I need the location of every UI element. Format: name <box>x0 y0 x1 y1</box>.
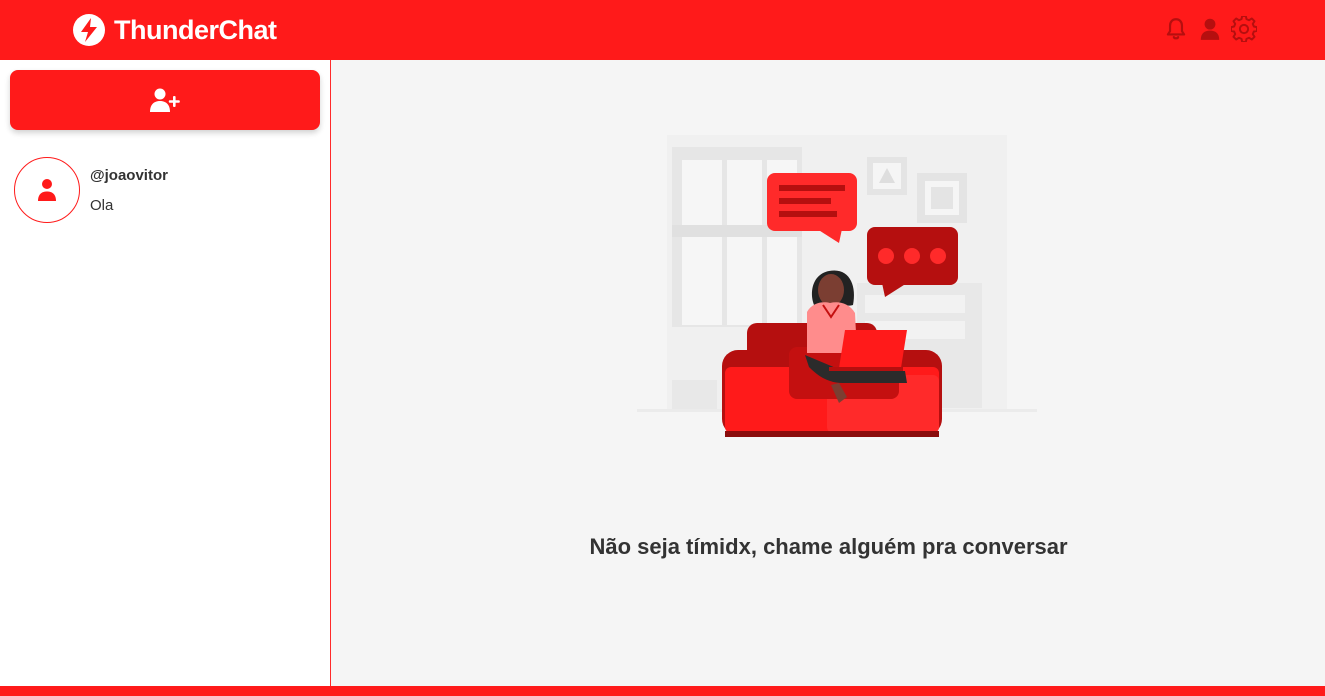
empty-state-message: Não seja tímidx, chame alguém pra conver… <box>589 534 1068 559</box>
chat-area: Não seja tímidx, chame alguém pra conver… <box>332 60 1325 686</box>
user-icon <box>1200 18 1220 40</box>
lightning-logo-icon <box>73 14 105 46</box>
notifications-button[interactable] <box>1163 14 1189 44</box>
avatar <box>14 157 80 223</box>
header-actions <box>1163 14 1257 44</box>
profile-button[interactable] <box>1197 14 1223 44</box>
contact-last-message: Ola <box>90 197 114 214</box>
brand[interactable]: ThunderChat <box>72 13 277 47</box>
gear-icon <box>1231 16 1257 42</box>
user-plus-icon <box>150 88 180 112</box>
add-contact-button[interactable] <box>10 70 320 130</box>
bell-icon <box>1166 18 1186 40</box>
top-bar: ThunderChat <box>0 0 1325 60</box>
contacts-sidebar: @joaovitor Ola <box>0 60 331 686</box>
user-icon <box>38 179 56 201</box>
settings-button[interactable] <box>1231 14 1257 44</box>
bottom-bar <box>0 686 1325 696</box>
contact-username: @joaovitor <box>90 167 168 184</box>
contact-list-item[interactable]: @joaovitor Ola <box>14 157 314 223</box>
empty-state-illustration <box>637 135 1037 437</box>
app-name: ThunderChat <box>114 14 277 45</box>
